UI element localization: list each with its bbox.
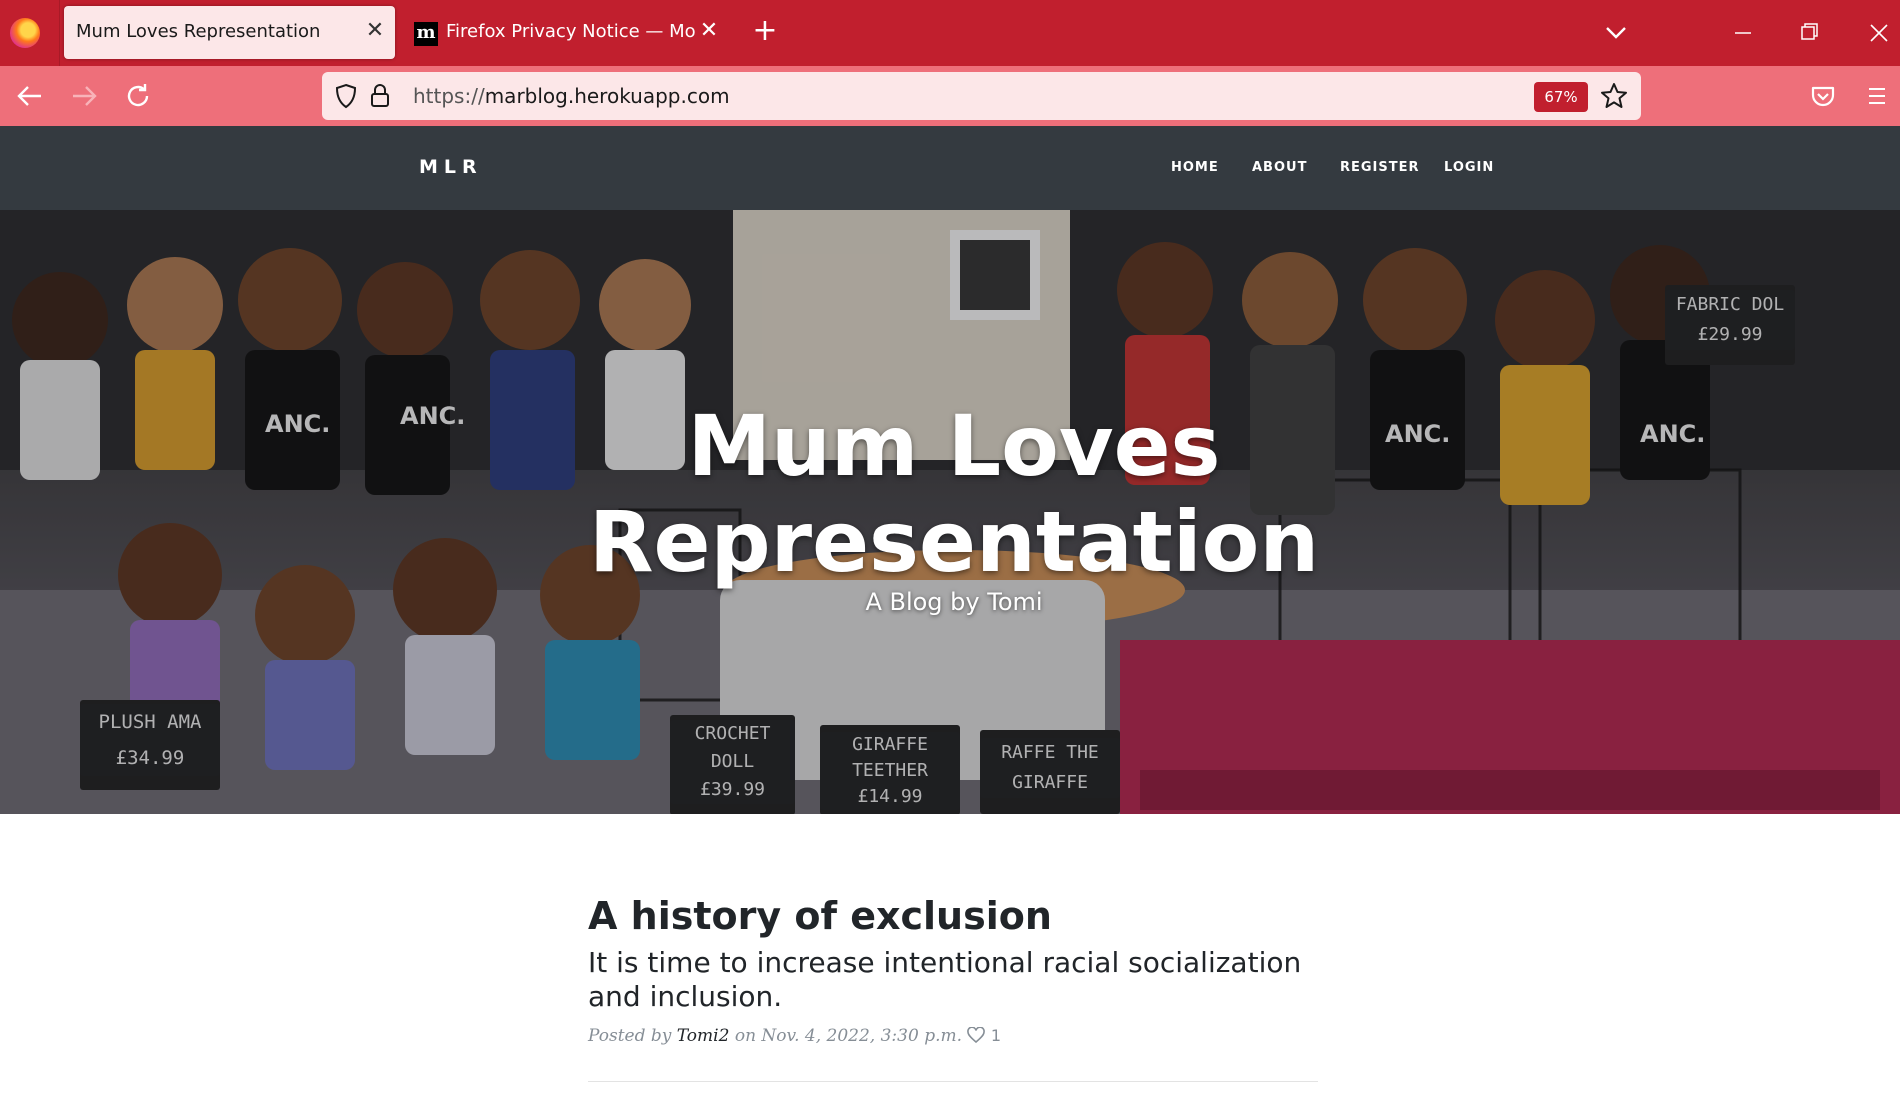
pocket-icon[interactable] bbox=[1806, 80, 1840, 112]
back-arrow-icon[interactable] bbox=[10, 76, 50, 116]
site-navbar: MLR HOME ABOUT REGISTER LOGIN bbox=[0, 126, 1900, 210]
new-tab-plus-icon[interactable]: + bbox=[748, 14, 782, 48]
hero-title: Mum Loves Representation bbox=[0, 398, 1900, 590]
hero-title-line: Representation bbox=[588, 493, 1320, 591]
post-title-link[interactable]: A history of exclusion bbox=[588, 894, 1052, 938]
hero-header: FABRIC DOL £29.99 PLUSH AMA £34.99 CROCH… bbox=[0, 210, 1900, 814]
tab-firefox-privacy-notice[interactable]: m Firefox Privacy Notice — Mozilla ✕ bbox=[406, 6, 726, 59]
lock-icon[interactable] bbox=[368, 82, 392, 110]
forward-arrow-icon[interactable] bbox=[64, 76, 104, 116]
hero-title-line: Mum Loves bbox=[687, 397, 1221, 495]
nav-link-register[interactable]: REGISTER bbox=[1340, 160, 1420, 175]
reload-icon[interactable] bbox=[118, 76, 158, 116]
tab-separator bbox=[59, 0, 60, 66]
nav-link-about[interactable]: ABOUT bbox=[1252, 160, 1307, 175]
tracking-protection-shield-icon[interactable] bbox=[332, 82, 360, 110]
post-date: on Nov. 4, 2022, 3:30 p.m. bbox=[734, 1026, 963, 1046]
browser-navigation-bar: https://marblog.herokuapp.com 67% bbox=[0, 66, 1900, 126]
nav-link-home[interactable]: HOME bbox=[1171, 160, 1219, 175]
tab-mum-loves-representation[interactable]: Mum Loves Representation ✕ bbox=[64, 6, 395, 59]
url-text[interactable]: https://marblog.herokuapp.com bbox=[413, 84, 730, 108]
post-meta: Posted by Tomi2 on Nov. 4, 2022, 3:30 p.… bbox=[588, 1026, 1001, 1048]
close-tab-icon[interactable]: ✕ bbox=[696, 16, 722, 46]
tab-title: Mum Loves Representation bbox=[76, 21, 321, 42]
url-host: marblog.herokuapp.com bbox=[484, 84, 730, 108]
close-tab-icon[interactable]: ✕ bbox=[362, 16, 388, 46]
post-meta-prefix: Posted by bbox=[588, 1026, 672, 1046]
like-heart-icon[interactable] bbox=[967, 1026, 986, 1048]
firefox-logo-icon[interactable] bbox=[10, 18, 40, 48]
post-divider bbox=[588, 1081, 1318, 1082]
mozilla-favicon-icon: m bbox=[414, 22, 438, 46]
like-count: 1 bbox=[990, 1026, 1002, 1045]
restore-window-icon[interactable] bbox=[1792, 18, 1826, 48]
hero-subtitle: A Blog by Tomi bbox=[865, 588, 1043, 616]
tab-title: Firefox Privacy Notice — Mozilla bbox=[446, 21, 696, 42]
url-scheme: https:// bbox=[413, 84, 485, 108]
address-bar[interactable]: https://marblog.herokuapp.com 67% bbox=[322, 72, 1641, 120]
minimize-window-icon[interactable] bbox=[1726, 18, 1760, 48]
bookmark-star-icon[interactable] bbox=[1598, 80, 1630, 112]
list-all-tabs-chevron-down-icon[interactable] bbox=[1598, 16, 1634, 50]
post-subtitle[interactable]: It is time to increase intentional racia… bbox=[588, 946, 1348, 1014]
site-brand-link[interactable]: MLR bbox=[419, 156, 483, 178]
hamburger-menu-icon[interactable] bbox=[1860, 80, 1894, 112]
close-window-icon[interactable] bbox=[1862, 18, 1896, 48]
browser-tab-strip: Mum Loves Representation ✕ m Firefox Pri… bbox=[0, 0, 1900, 66]
zoom-level-badge[interactable]: 67% bbox=[1534, 82, 1588, 112]
nav-link-login[interactable]: LOGIN bbox=[1444, 160, 1494, 175]
post-author-link[interactable]: Tomi2 bbox=[677, 1026, 730, 1046]
